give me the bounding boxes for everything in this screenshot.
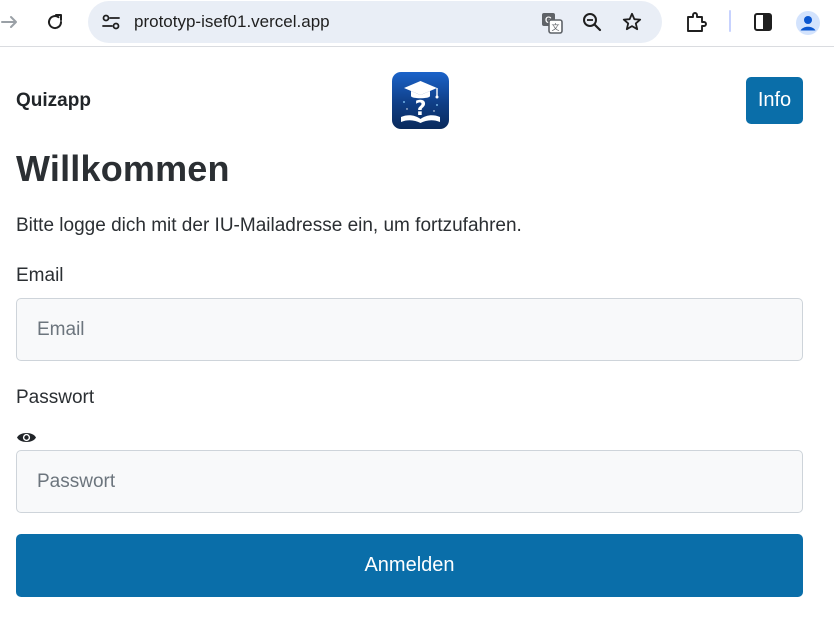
forward-icon[interactable] bbox=[0, 11, 20, 33]
browser-toolbar: prototyp-isef01.vercel.app G文 bbox=[0, 0, 834, 47]
svg-text:文: 文 bbox=[552, 22, 560, 32]
app-brand[interactable]: Quizapp bbox=[16, 90, 91, 112]
password-field[interactable] bbox=[16, 450, 803, 513]
login-button[interactable]: Anmelden bbox=[16, 534, 803, 597]
email-field[interactable] bbox=[16, 298, 803, 361]
password-label: Passwort bbox=[16, 387, 95, 408]
login-instructions: Bitte logge dich mit der IU-Mailadresse … bbox=[16, 215, 522, 236]
email-label: Email bbox=[16, 265, 64, 286]
graduation-cap-question-book-icon: ? bbox=[401, 81, 440, 123]
zoom-icon[interactable] bbox=[581, 11, 603, 33]
eye-icon[interactable] bbox=[16, 429, 37, 446]
bookmark-star-icon[interactable] bbox=[621, 11, 643, 33]
translate-icon[interactable]: G文 bbox=[540, 11, 564, 35]
url-text[interactable]: prototyp-isef01.vercel.app bbox=[134, 12, 330, 32]
info-button[interactable]: Info bbox=[746, 77, 803, 124]
site-settings-icon[interactable] bbox=[100, 12, 122, 32]
page-title: Willkommen bbox=[16, 148, 230, 189]
side-panel-icon[interactable] bbox=[752, 11, 774, 33]
profile-icon[interactable] bbox=[795, 10, 821, 36]
toolbar-divider bbox=[729, 10, 731, 32]
app-logo: ? bbox=[392, 72, 449, 129]
extensions-icon[interactable] bbox=[684, 10, 708, 34]
svg-text:?: ? bbox=[415, 96, 427, 120]
address-bar[interactable]: prototyp-isef01.vercel.app G文 bbox=[88, 1, 662, 43]
reload-icon[interactable] bbox=[44, 11, 66, 33]
